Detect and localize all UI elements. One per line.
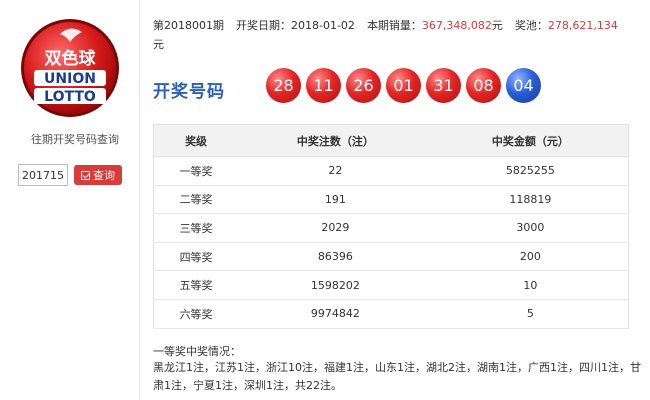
table-row: 五等奖 1598202 10 — [153, 270, 629, 300]
red-ball: 01 — [386, 68, 421, 103]
header-amount: 中奖金额（元） — [432, 124, 629, 157]
draw-info: 第2018001期 开奖日期：2018-01-02 本期销量：367,348,082… — [153, 16, 643, 54]
sales-label: 本期销量： — [366, 19, 422, 32]
date-label: 开奖日期： — [236, 19, 291, 32]
red-ball: 11 — [306, 68, 341, 103]
check-icon — [81, 170, 90, 180]
table-row: 三等奖 2029 3000 — [153, 213, 629, 243]
history-query-label: 往期开奖号码查询 — [31, 133, 119, 146]
prize-level: 四等奖 — [153, 242, 239, 272]
prize-level: 六等奖 — [153, 299, 239, 329]
prize-amount: 5 — [432, 299, 629, 329]
logo-lotto-text: LOTTO — [44, 89, 96, 105]
red-ball: 26 — [346, 68, 381, 103]
blue-ball: 04 — [506, 68, 541, 103]
red-ball: 08 — [466, 68, 501, 103]
table-row: 六等奖 9974842 5 — [153, 299, 629, 329]
prize-count: 191 — [238, 185, 433, 215]
prize-count: 2029 — [238, 213, 433, 243]
prize-level: 五等奖 — [153, 270, 239, 300]
union-lotto-logo: 双色球 UNION LOTTO — [21, 19, 119, 117]
first-prize-winners-detail: 黑龙江1注，江苏1注，浙江10注，福建1注，山东1注，湖北2注，湖南1注，广西1… — [153, 361, 641, 392]
prize-count: 9974842 — [238, 299, 433, 329]
prize-level: 二等奖 — [153, 185, 239, 215]
red-ball: 31 — [426, 68, 461, 103]
pool-amount: 278,621,134 — [547, 19, 618, 32]
winning-numbers-title: 开奖号码 — [153, 82, 225, 102]
prize-table: 奖级 中奖注数（注） 中奖金额（元） 一等奖 22 5825255 二等奖 19… — [153, 124, 629, 329]
period-input[interactable] — [18, 164, 68, 186]
prize-amount: 200 — [432, 242, 629, 272]
table-row: 一等奖 22 5825255 — [153, 156, 629, 186]
sidebar: 双色球 UNION LOTTO 往期开奖号码查询 查询 — [0, 0, 140, 400]
first-prize-winners-title: 一等奖中奖情况： — [153, 345, 241, 358]
period-search-row: 查询 — [18, 164, 122, 186]
prize-amount: 118819 — [432, 185, 629, 215]
sales-unit: 元 — [491, 19, 503, 32]
red-ball: 28 — [266, 68, 301, 103]
prize-count: 86396 — [238, 242, 433, 272]
logo-union-text: UNION — [44, 71, 96, 87]
sales-amount: 367,348,082 — [421, 19, 492, 32]
table-row: 四等奖 86396 200 — [153, 242, 629, 272]
table-row: 二等奖 191 118819 — [153, 185, 629, 215]
prize-level: 一等奖 — [153, 156, 239, 186]
prize-count: 1598202 — [238, 270, 433, 300]
prize-count: 22 — [238, 156, 433, 186]
table-header-row: 奖级 中奖注数（注） 中奖金额（元） — [153, 124, 629, 157]
query-button-label: 查询 — [93, 169, 115, 182]
header-level: 奖级 — [153, 124, 239, 157]
draw-date: 2018-01-02 — [291, 19, 355, 32]
pool-unit: 元 — [153, 38, 164, 51]
sidebar-divider — [139, 0, 140, 400]
prize-level: 三等奖 — [153, 213, 239, 243]
query-button[interactable]: 查询 — [74, 165, 122, 185]
winning-balls: 28 11 26 01 31 08 04 — [266, 68, 541, 103]
prize-amount: 5825255 — [432, 156, 629, 186]
prize-amount: 10 — [432, 270, 629, 300]
logo-chinese-text: 双色球 — [45, 48, 97, 69]
period-number: 第2018001期 — [153, 19, 224, 32]
prize-amount: 3000 — [432, 213, 629, 243]
header-count: 中奖注数（注） — [238, 124, 433, 157]
pool-label: 奖池： — [514, 19, 548, 32]
